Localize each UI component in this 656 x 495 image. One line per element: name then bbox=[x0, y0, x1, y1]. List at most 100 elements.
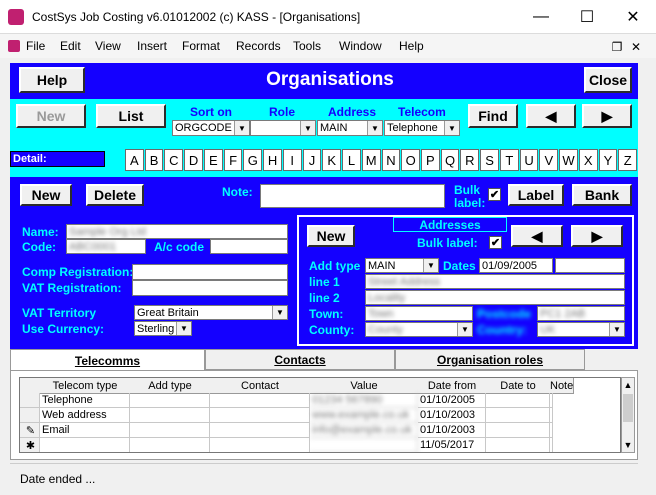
letter-button-h[interactable]: H bbox=[263, 149, 282, 171]
new-org-button[interactable]: New bbox=[20, 184, 72, 206]
letter-button-b[interactable]: B bbox=[144, 149, 164, 171]
table-cell[interactable]: 01234 567890 bbox=[310, 393, 418, 408]
county-select[interactable]: County ▼ bbox=[365, 322, 473, 337]
restore-doc-icon[interactable]: ❐ bbox=[608, 38, 626, 56]
column-header[interactable]: Value bbox=[310, 378, 419, 394]
letter-button-e[interactable]: E bbox=[203, 149, 223, 171]
table-cell[interactable] bbox=[130, 393, 210, 408]
note-input[interactable] bbox=[260, 184, 445, 208]
menu-view[interactable]: View bbox=[95, 39, 121, 53]
letter-button-x[interactable]: X bbox=[578, 149, 598, 171]
letter-button-u[interactable]: U bbox=[519, 149, 539, 171]
table-cell[interactable] bbox=[486, 438, 550, 452]
table-cell[interactable]: www.example.co.uk bbox=[310, 408, 418, 423]
prev-record-button[interactable]: ◀ bbox=[526, 104, 576, 128]
letter-button-k[interactable]: K bbox=[322, 149, 342, 171]
letter-button-n[interactable]: N bbox=[381, 149, 401, 171]
menu-tools[interactable]: Tools bbox=[293, 39, 321, 53]
ac-code-input[interactable] bbox=[210, 239, 288, 254]
table-cell[interactable] bbox=[550, 393, 553, 408]
letter-button-f[interactable]: F bbox=[223, 149, 243, 171]
help-button[interactable]: Help bbox=[19, 67, 85, 93]
bank-button[interactable]: Bank bbox=[572, 184, 632, 206]
use-currency-select[interactable]: Sterling ▼ bbox=[134, 321, 192, 336]
letter-button-c[interactable]: C bbox=[164, 149, 184, 171]
row-selector[interactable] bbox=[20, 408, 40, 423]
new-record-button[interactable]: New bbox=[16, 104, 86, 128]
vat-reg-input[interactable] bbox=[132, 280, 288, 296]
menu-file[interactable]: File bbox=[26, 39, 45, 53]
menu-edit[interactable]: Edit bbox=[60, 39, 81, 53]
table-cell[interactable]: Email bbox=[40, 423, 130, 438]
column-header[interactable]: Date to bbox=[486, 378, 551, 394]
letter-button-s[interactable]: S bbox=[480, 149, 499, 171]
tab-contacts[interactable]: Contacts bbox=[205, 349, 395, 370]
address-bulk-checkbox[interactable]: ✔ bbox=[489, 236, 502, 249]
comp-reg-input[interactable] bbox=[132, 264, 288, 280]
table-cell[interactable] bbox=[210, 393, 310, 408]
table-cell[interactable]: 11/05/2017 bbox=[418, 438, 486, 452]
date-from-input[interactable]: 01/09/2005 bbox=[479, 258, 553, 273]
table-cell[interactable] bbox=[40, 438, 130, 452]
table-cell[interactable] bbox=[550, 438, 553, 452]
scroll-up-icon[interactable]: ▲ bbox=[622, 378, 634, 392]
table-cell[interactable] bbox=[486, 423, 550, 438]
delete-button[interactable]: Delete bbox=[86, 184, 144, 206]
letter-button-y[interactable]: Y bbox=[598, 149, 618, 171]
close-doc-icon[interactable]: ✕ bbox=[627, 38, 645, 56]
table-cell[interactable] bbox=[210, 438, 310, 452]
tab-telecomms[interactable]: Telecomms bbox=[10, 349, 205, 371]
address-select[interactable]: MAIN ▼ bbox=[317, 120, 383, 136]
letter-button-t[interactable]: T bbox=[499, 149, 519, 171]
address-next-button[interactable]: ▶ bbox=[571, 225, 623, 247]
menu-format[interactable]: Format bbox=[182, 39, 220, 53]
letter-button-j[interactable]: J bbox=[302, 149, 322, 171]
letter-button-a[interactable]: A bbox=[125, 149, 144, 171]
letter-button-p[interactable]: P bbox=[421, 149, 440, 171]
grid-scrollbar[interactable]: ▲ ▼ bbox=[621, 377, 635, 453]
letter-button-m[interactable]: M bbox=[361, 149, 381, 171]
close-window-icon[interactable]: ✕ bbox=[610, 0, 656, 34]
table-cell[interactable] bbox=[550, 408, 553, 423]
letter-button-l[interactable]: L bbox=[342, 149, 361, 171]
country-select[interactable]: UK ▼ bbox=[537, 322, 625, 337]
sort-on-select[interactable]: ORGCODE ▼ bbox=[172, 120, 250, 136]
new-address-button[interactable]: New bbox=[307, 225, 355, 247]
table-cell[interactable] bbox=[550, 423, 553, 438]
postcode-input[interactable]: PC1 2AB bbox=[537, 306, 625, 321]
close-button[interactable]: Close bbox=[584, 67, 632, 93]
label-button[interactable]: Label bbox=[508, 184, 564, 206]
letter-button-q[interactable]: Q bbox=[440, 149, 460, 171]
menu-window[interactable]: Window bbox=[339, 39, 382, 53]
new-row-icon[interactable]: ✱ bbox=[20, 438, 40, 452]
menu-help[interactable]: Help bbox=[399, 39, 424, 53]
column-header[interactable]: Add type bbox=[130, 378, 211, 394]
row-selector[interactable] bbox=[20, 393, 40, 408]
table-cell[interactable]: 01/10/2003 bbox=[418, 423, 486, 438]
letter-button-i[interactable]: I bbox=[282, 149, 302, 171]
column-header[interactable]: Date from bbox=[418, 378, 487, 394]
table-cell[interactable] bbox=[130, 408, 210, 423]
bulk-label-checkbox[interactable]: ✔ bbox=[488, 188, 501, 201]
table-cell[interactable] bbox=[486, 408, 550, 423]
table-cell[interactable]: 01/10/2005 bbox=[418, 393, 486, 408]
table-cell[interactable] bbox=[310, 438, 418, 452]
letter-button-v[interactable]: V bbox=[539, 149, 559, 171]
next-record-button[interactable]: ▶ bbox=[582, 104, 632, 128]
line2-input[interactable]: Locality bbox=[365, 290, 625, 305]
table-cell[interactable]: 01/10/2003 bbox=[418, 408, 486, 423]
table-cell[interactable] bbox=[210, 408, 310, 423]
table-cell[interactable]: info@example.co.uk bbox=[310, 423, 418, 438]
address-prev-button[interactable]: ◀ bbox=[511, 225, 563, 247]
line1-input[interactable]: Street Address bbox=[365, 274, 625, 289]
vat-territory-select[interactable]: Great Britain ▼ bbox=[134, 305, 288, 320]
scroll-thumb[interactable] bbox=[623, 394, 633, 422]
table-cell[interactable] bbox=[130, 423, 210, 438]
minimize-icon[interactable]: — bbox=[518, 0, 564, 34]
letter-button-d[interactable]: D bbox=[184, 149, 203, 171]
scroll-down-icon[interactable]: ▼ bbox=[622, 438, 634, 452]
table-cell[interactable]: Telephone bbox=[40, 393, 130, 408]
telecom-select[interactable]: Telephone ▼ bbox=[384, 120, 460, 136]
add-type-select[interactable]: MAIN ▼ bbox=[365, 258, 439, 273]
table-cell[interactable] bbox=[210, 423, 310, 438]
